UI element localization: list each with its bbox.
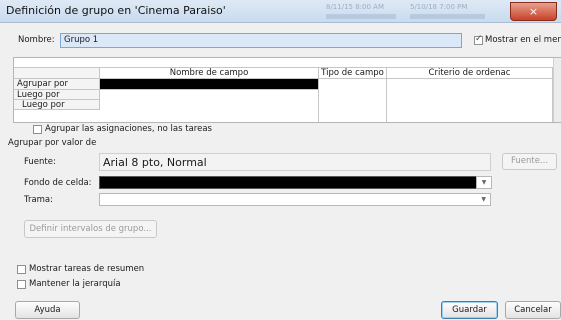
name-label-text: Nombre:	[18, 35, 55, 45]
font-display: Arial 8 pto, Normal	[99, 153, 491, 171]
grid-edit-strip[interactable]	[14, 58, 561, 68]
font-button[interactable]: Fuente...	[502, 153, 557, 170]
font-value: Arial 8 pto, Normal	[103, 156, 207, 169]
grid-scrollbar[interactable]	[553, 58, 561, 122]
row-header-then-by-1: Luego por	[14, 90, 100, 100]
close-icon: ×	[528, 5, 539, 18]
background-timestamp-2: 5/10/18 7:00 PM	[410, 3, 468, 11]
cell-background-dropdown[interactable]: ▼	[476, 176, 492, 189]
show-in-menu-label: Mostrar en el menú	[485, 35, 561, 45]
close-button[interactable]: ×	[510, 2, 557, 21]
grid-cell-field-type[interactable]	[319, 79, 387, 122]
show-summary-tasks-checkbox[interactable]	[17, 265, 26, 274]
group-assignments-checkbox[interactable]	[33, 125, 42, 134]
chevron-down-icon: ▼	[481, 196, 486, 203]
cancel-button[interactable]: Cancelar	[505, 301, 561, 319]
font-label: Fuente:	[24, 157, 56, 167]
group-assignments-label: Agrupar las asignaciones, no las tareas	[45, 124, 212, 134]
grouping-grid: Nombre de campo Tipo de campo Criterio d…	[13, 57, 561, 123]
chevron-down-icon: ▼	[481, 179, 487, 186]
name-label: Nombre:	[18, 35, 55, 45]
background-bar	[410, 14, 485, 19]
grid-cell-sort-order[interactable]	[387, 79, 553, 122]
cell-background-label: Fondo de celda:	[24, 178, 92, 188]
grid-cell-field-name[interactable]	[100, 90, 319, 122]
pattern-label: Trama:	[24, 195, 53, 205]
row-header-then-by-2: Luego por	[14, 100, 100, 110]
column-header-sort-order: Criterio de ordenac	[387, 68, 553, 79]
keep-hierarchy-label: Mantener la jerarquía	[29, 279, 121, 289]
help-button[interactable]: Ayuda	[15, 301, 80, 319]
save-button[interactable]: Guardar	[441, 301, 498, 319]
pattern-dropdown[interactable]: ▼	[99, 193, 491, 206]
name-input-value: Grupo 1	[64, 35, 99, 45]
keep-hierarchy-checkbox[interactable]	[17, 280, 26, 289]
column-header-field-name: Nombre de campo	[100, 68, 319, 79]
window-title: Definición de grupo en 'Cinema Paraiso'	[6, 4, 226, 17]
show-summary-tasks-label: Mostrar tareas de resumen	[29, 264, 145, 274]
define-intervals-button[interactable]: Definir intervalos de grupo...	[24, 220, 157, 238]
row-header-group-by: Agrupar por	[14, 79, 100, 90]
show-in-menu-checkbox[interactable]	[474, 34, 483, 45]
column-header-field-type: Tipo de campo	[319, 68, 387, 79]
group-by-value-section-label: Agrupar por valor de	[8, 138, 97, 148]
background-bar	[326, 14, 396, 19]
background-timestamp-1: 8/11/15 8:00 AM	[326, 3, 384, 11]
grid-corner	[14, 68, 100, 79]
title-bar: Definición de grupo en 'Cinema Paraiso' …	[0, 0, 561, 23]
cell-background-swatch[interactable]	[99, 176, 478, 189]
name-input[interactable]: Grupo 1	[60, 33, 462, 48]
grid-cell-field-name-selected[interactable]	[100, 79, 319, 90]
